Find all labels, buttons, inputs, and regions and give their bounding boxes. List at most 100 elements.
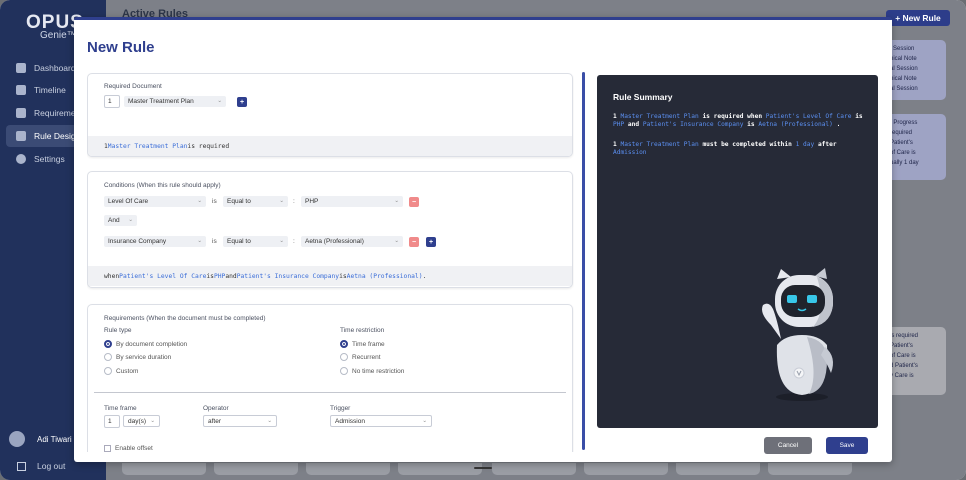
cancel-button[interactable]: Cancel xyxy=(764,437,812,454)
bottom-tab xyxy=(122,463,206,475)
bottom-tab xyxy=(214,463,298,475)
summary-duration: 1 day xyxy=(795,141,815,148)
summary-text: is required when xyxy=(702,113,763,120)
radio-label: Custom xyxy=(116,367,139,375)
logout-icon xyxy=(17,461,26,471)
timeline-icon xyxy=(16,85,26,95)
condition-value-select[interactable]: Aetna (Professional) ⌄ xyxy=(301,236,403,247)
enable-offset-checkbox[interactable]: Enable offset xyxy=(104,445,153,452)
dashboard-icon xyxy=(16,63,26,73)
summary-and: and xyxy=(225,272,237,280)
conditions-card: Conditions (When this rule should apply)… xyxy=(87,171,573,288)
is-label: is xyxy=(212,198,217,205)
summary-qty: 1 xyxy=(613,141,617,148)
summary-is: is xyxy=(339,272,347,280)
rule-type-service-duration-radio[interactable]: By service duration xyxy=(104,353,171,361)
condition-operator-value: Equal to xyxy=(227,238,251,245)
time-frame-unit-select[interactable]: day(s) ⌄ xyxy=(123,415,160,427)
scrollbar[interactable] xyxy=(582,72,585,450)
bottom-tab xyxy=(306,463,390,475)
condition-field-select[interactable]: Insurance Company ⌄ xyxy=(104,236,206,247)
logo-subtitle: Genie™ xyxy=(40,30,77,41)
is-label: is xyxy=(212,238,217,245)
condition-value: PHP xyxy=(305,198,319,205)
operator-select[interactable]: after ⌄ xyxy=(203,415,277,427)
new-rule-modal: New Rule Required Document 1 Master Trea… xyxy=(74,17,892,462)
rule-design-icon xyxy=(16,131,26,141)
bottom-tab xyxy=(398,463,482,475)
summary-is: is xyxy=(747,121,755,128)
conditions-label: Conditions (When this rule should apply) xyxy=(104,182,221,189)
bottom-tab xyxy=(584,463,668,475)
remove-condition-button[interactable]: − xyxy=(409,197,419,207)
time-restriction-time-frame-radio[interactable]: Time frame xyxy=(340,340,385,348)
radio-unselected-icon xyxy=(104,367,112,375)
rule-type-label: Rule type xyxy=(104,327,132,334)
condition-value: Aetna (Professional) xyxy=(305,238,364,245)
radio-selected-icon xyxy=(104,340,112,348)
save-button[interactable]: Save xyxy=(826,437,868,454)
requirements-icon xyxy=(16,108,26,118)
document-quantity-input[interactable]: 1 xyxy=(104,95,120,108)
bottom-tab xyxy=(768,463,852,475)
home-indicator xyxy=(474,467,492,469)
rule-card[interactable]: is required Patient's of Care is d Patie… xyxy=(886,327,946,395)
bottom-tab xyxy=(492,463,576,475)
chevron-down-icon: ⌄ xyxy=(422,418,427,424)
radio-label: Recurrent xyxy=(352,353,381,361)
condition-field-select[interactable]: Level Of Care ⌄ xyxy=(104,196,206,207)
time-restriction-recurrent-radio[interactable]: Recurrent xyxy=(340,353,381,361)
summary-and: and xyxy=(627,121,640,128)
checkbox-icon xyxy=(104,445,111,452)
summary-field: Patient's Insurance Company xyxy=(236,272,340,280)
required-document-label: Required Document xyxy=(104,83,162,90)
radio-label: Time frame xyxy=(352,340,385,348)
trigger-value: Admission xyxy=(335,417,365,425)
condition-value-select[interactable]: PHP ⌄ xyxy=(301,196,403,207)
time-frame-input[interactable]: 1 xyxy=(104,415,120,428)
condition-operator-select[interactable]: Equal to ⌄ xyxy=(223,236,288,247)
conditions-summary: when Patient's Level Of Care is PHP and … xyxy=(88,266,572,286)
rule-form[interactable]: Required Document 1 Master Treatment Pla… xyxy=(87,73,574,452)
condition-field-value: Level Of Care xyxy=(108,198,149,205)
robot-illustration xyxy=(762,268,833,401)
radio-selected-icon xyxy=(340,340,348,348)
summary-text: must be completed within xyxy=(702,141,792,148)
new-rule-button[interactable]: + New Rule xyxy=(886,10,950,26)
radio-label: By document completion xyxy=(116,340,188,348)
summary-doc: Master Treatment Plan xyxy=(107,142,188,150)
chevron-down-icon: ⌄ xyxy=(394,238,399,244)
rule-type-custom-radio[interactable]: Custom xyxy=(104,367,138,375)
rule-type-document-completion-radio[interactable]: By document completion xyxy=(104,340,187,348)
condition-operator-select[interactable]: Equal to ⌄ xyxy=(223,196,288,207)
time-restriction-none-radio[interactable]: No time restriction xyxy=(340,367,404,375)
avatar xyxy=(9,431,25,447)
user-name: Adi Tiwari xyxy=(37,434,72,444)
summary-value: PHP xyxy=(613,121,625,128)
summary-field: Patient's Insurance Company xyxy=(642,121,744,128)
add-document-button[interactable]: + xyxy=(237,97,247,107)
rule-card[interactable]: f Progress required Patient's of Care is… xyxy=(886,114,946,180)
modal-title: New Rule xyxy=(87,39,155,56)
document-summary: 1 Master Treatment Plan is required xyxy=(88,136,572,156)
summary-qty: 1 xyxy=(613,113,617,120)
rule-summary-condition-text: 1 Master Treatment Plan is required when… xyxy=(613,113,863,129)
document-select-value: Master Treatment Plan xyxy=(128,98,194,105)
summary-rest: is required xyxy=(187,142,230,150)
sidebar-item-label: Settings xyxy=(34,154,65,164)
add-condition-button[interactable]: + xyxy=(426,237,436,247)
remove-condition-button[interactable]: − xyxy=(409,237,419,247)
operator-label: Operator xyxy=(203,405,229,412)
summary-trigger: Admission xyxy=(613,149,647,156)
rule-summary-panel: Rule Summary 1 Master Treatment Plan is … xyxy=(597,75,878,428)
summary-when: when xyxy=(104,272,120,280)
document-select[interactable]: Master Treatment Plan ⌄ xyxy=(124,96,226,107)
time-frame-unit-value: day(s) xyxy=(128,417,147,425)
condition-joiner-select[interactable]: And ⌄ xyxy=(104,215,137,226)
rule-card[interactable]: l Session nical Note al Session nical No… xyxy=(886,40,946,100)
sidebar-item-label: Dashboard xyxy=(34,63,76,73)
rule-summary-requirement-text: 1 Master Treatment Plan must be complete… xyxy=(613,141,863,157)
trigger-select[interactable]: Admission ⌄ xyxy=(330,415,432,427)
radio-unselected-icon xyxy=(340,367,348,375)
summary-end: . xyxy=(836,121,841,128)
